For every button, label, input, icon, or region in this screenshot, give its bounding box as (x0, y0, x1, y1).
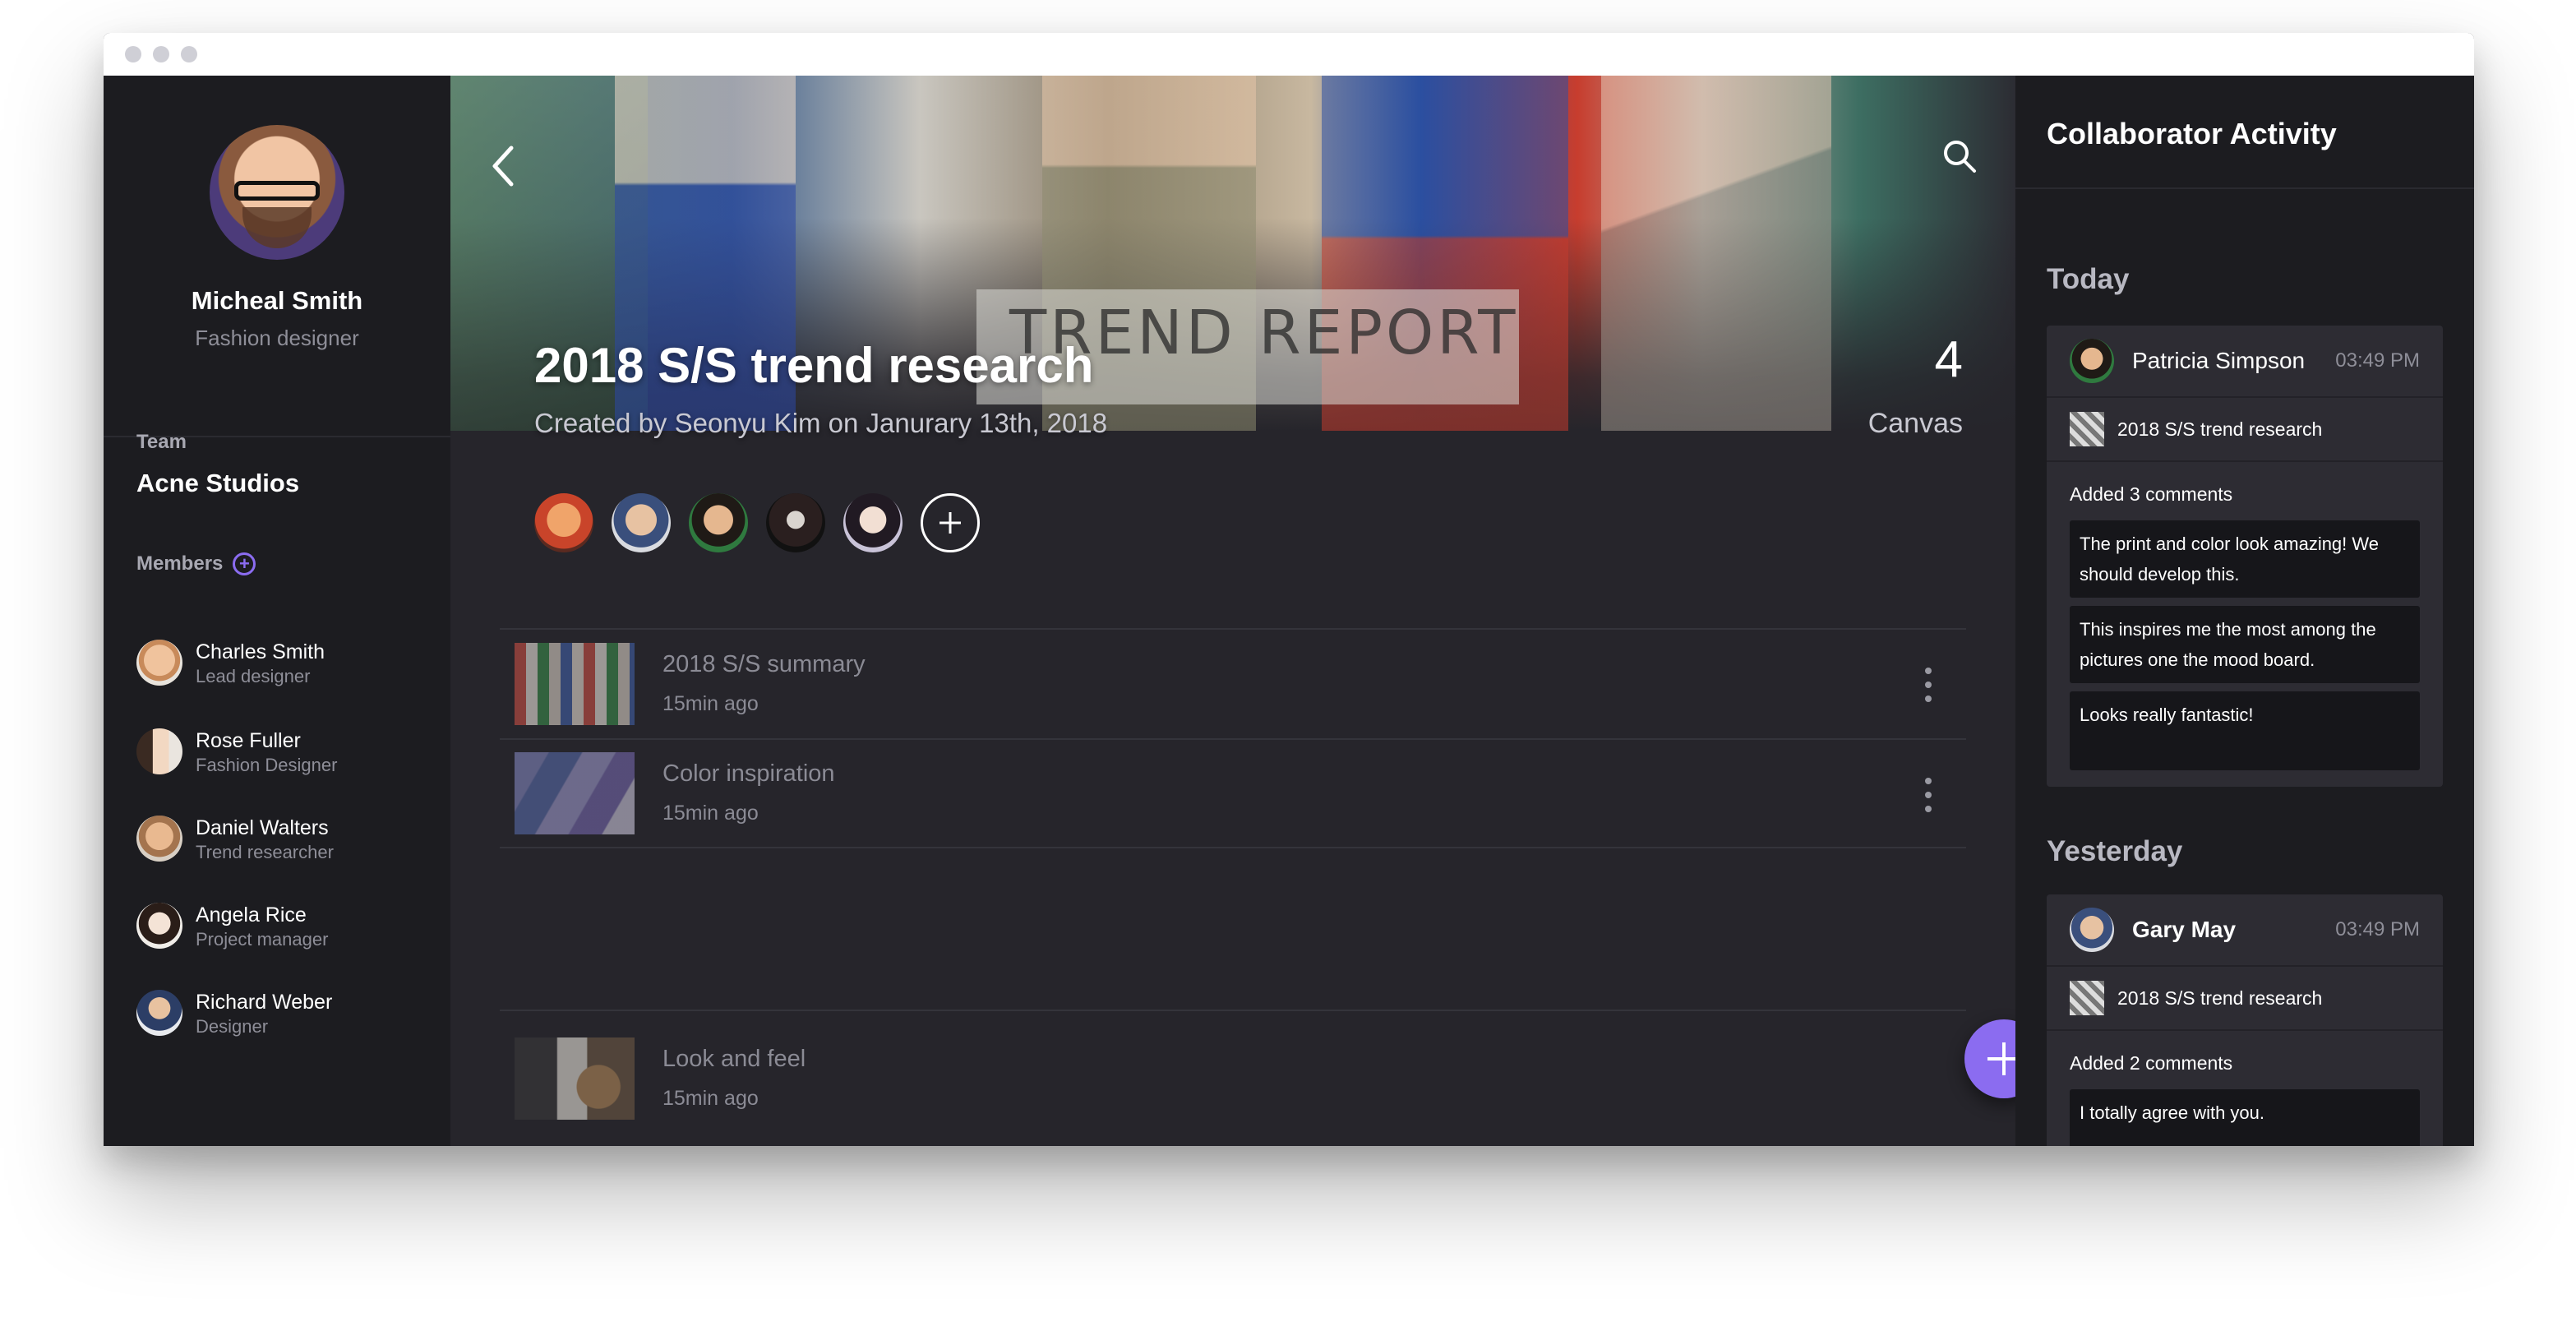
more-options-icon[interactable] (1925, 668, 1933, 702)
activity-project-row[interactable]: 2018 S/S trend research (2047, 398, 2443, 462)
canvas-thumbnail (515, 643, 635, 725)
canvas-time: 15min ago (662, 1087, 759, 1110)
member-name: Daniel Walters (196, 816, 329, 839)
sidebar: Micheal Smith Fashion designer Team Acne… (104, 76, 450, 1146)
add-member-icon[interactable]: + (233, 552, 256, 575)
close-window-dot[interactable] (125, 46, 141, 62)
add-collaborator-button[interactable] (921, 493, 980, 552)
member-avatar (136, 640, 182, 686)
canvas-list: 2018 S/S summary 15min ago Color inspira… (500, 628, 1966, 848)
activity-title: Collaborator Activity (2047, 117, 2337, 150)
team-name[interactable]: Acne Studios (136, 469, 299, 498)
comment: I totally agree with you. (2070, 1089, 2420, 1146)
canvas-time: 15min ago (662, 692, 759, 715)
canvas-count-label: Canvas (1867, 408, 1963, 439)
window-titlebar (104, 33, 2474, 76)
profile-role: Fashion designer (195, 326, 359, 350)
activity-project-name: 2018 S/S trend research (2117, 418, 2323, 440)
canvas-thumbnail (515, 1037, 635, 1120)
activity-time: 03:49 PM (2335, 918, 2420, 940)
member-avatar (136, 903, 182, 949)
collaborator-avatars (534, 493, 980, 552)
profile-name: Micheal Smith (191, 286, 363, 315)
page-title: 2018 S/S trend research (534, 338, 1094, 393)
avatar-glasses-shape (234, 181, 320, 201)
member-role: Trend researcher (196, 842, 334, 862)
canvas-title: 2018 S/S summary (662, 651, 866, 677)
activity-user-row[interactable]: Gary May 03:49 PM (2047, 894, 2443, 967)
collaborator-avatar[interactable] (766, 493, 825, 552)
members-label: Members (136, 552, 224, 575)
activity-card: Patricia Simpson 03:49 PM 2018 S/S trend… (2047, 326, 2443, 787)
more-options-icon[interactable] (1925, 778, 1933, 812)
member-avatar (136, 728, 182, 774)
hero-image-strip (1601, 76, 1831, 431)
members-header: Members + (136, 552, 256, 575)
maximize-window-dot[interactable] (181, 46, 197, 62)
page-subtitle: Created by Seonyu Kim on Janurary 13th, … (534, 408, 1108, 438)
user-avatar (2070, 339, 2114, 383)
member-name: Charles Smith (196, 640, 325, 663)
activity-project-name: 2018 S/S trend research (2117, 987, 2323, 1009)
canvas-title: Color inspiration (662, 760, 835, 787)
activity-project-row[interactable]: 2018 S/S trend research (2047, 967, 2443, 1031)
collaborator-avatar[interactable] (689, 493, 748, 552)
member-item[interactable]: Angela Rice Project manager (136, 903, 328, 952)
member-name: Angela Rice (196, 903, 307, 927)
user-avatar (2070, 908, 2114, 952)
activity-user-name: Patricia Simpson (2132, 348, 2306, 373)
profile-card: Micheal Smith Fashion designer (104, 76, 450, 437)
comment: The print and color look amazing! We sho… (2070, 520, 2420, 598)
activity-user-name: Gary May (2132, 917, 2237, 942)
canvas-row[interactable]: Look and feel 15min ago (500, 1010, 1966, 1146)
collaborator-avatar[interactable] (612, 493, 671, 552)
member-avatar (136, 816, 182, 862)
member-item[interactable]: Charles Smith Lead designer (136, 640, 325, 689)
activity-time: 03:49 PM (2335, 349, 2420, 372)
team-label: Team (136, 431, 187, 453)
profile-avatar[interactable] (210, 125, 344, 260)
member-role: Designer (196, 1016, 269, 1037)
project-thumbnail (2070, 981, 2104, 1015)
member-item[interactable]: Daniel Walters Trend researcher (136, 816, 334, 865)
member-role: Fashion Designer (196, 755, 338, 775)
collaborator-avatar[interactable] (534, 493, 593, 552)
back-arrow-icon[interactable] (487, 141, 519, 191)
activity-header: Collaborator Activity (2015, 76, 2474, 189)
activity-card: Gary May 03:49 PM 2018 S/S trend researc… (2047, 894, 2443, 1146)
canvas-title: Look and feel (662, 1046, 806, 1072)
comment: Looks really fantastic! (2070, 691, 2420, 770)
member-role: Project manager (196, 929, 329, 950)
member-item[interactable]: Richard Weber Designer (136, 990, 332, 1039)
member-name: Richard Weber (196, 991, 333, 1014)
activity-user-row[interactable]: Patricia Simpson 03:49 PM (2047, 326, 2443, 398)
collaborator-avatar[interactable] (843, 493, 903, 552)
activity-summary: Added 2 comments (2070, 1052, 2233, 1074)
activity-summary: Added 3 comments (2070, 483, 2233, 505)
canvas-count: 4 (1934, 331, 1963, 388)
member-avatar (136, 990, 182, 1036)
project-thumbnail (2070, 412, 2104, 446)
member-role: Lead designer (196, 666, 311, 686)
search-icon[interactable] (1941, 138, 1978, 174)
day-label-today: Today (2047, 263, 2130, 295)
main-content: TREND REPORT 23 2018 S/S trend research … (450, 76, 2078, 1146)
collaborator-activity-panel: Collaborator Activity Today Patricia Sim… (2015, 76, 2474, 1146)
canvas-thumbnail (515, 752, 635, 834)
comment: This inspires me the most among the pict… (2070, 606, 2420, 683)
avatar-beard-shape (242, 207, 312, 248)
canvas-row[interactable]: Color inspiration 15min ago (500, 738, 1966, 848)
canvas-time: 15min ago (662, 802, 759, 825)
member-name: Rose Fuller (196, 729, 301, 752)
day-label-yesterday: Yesterday (2047, 835, 2183, 867)
member-item[interactable]: Rose Fuller Fashion Designer (136, 728, 337, 778)
app-window: Micheal Smith Fashion designer Team Acne… (104, 33, 2474, 1146)
minimize-window-dot[interactable] (153, 46, 169, 62)
canvas-row[interactable]: 2018 S/S summary 15min ago (500, 628, 1966, 738)
